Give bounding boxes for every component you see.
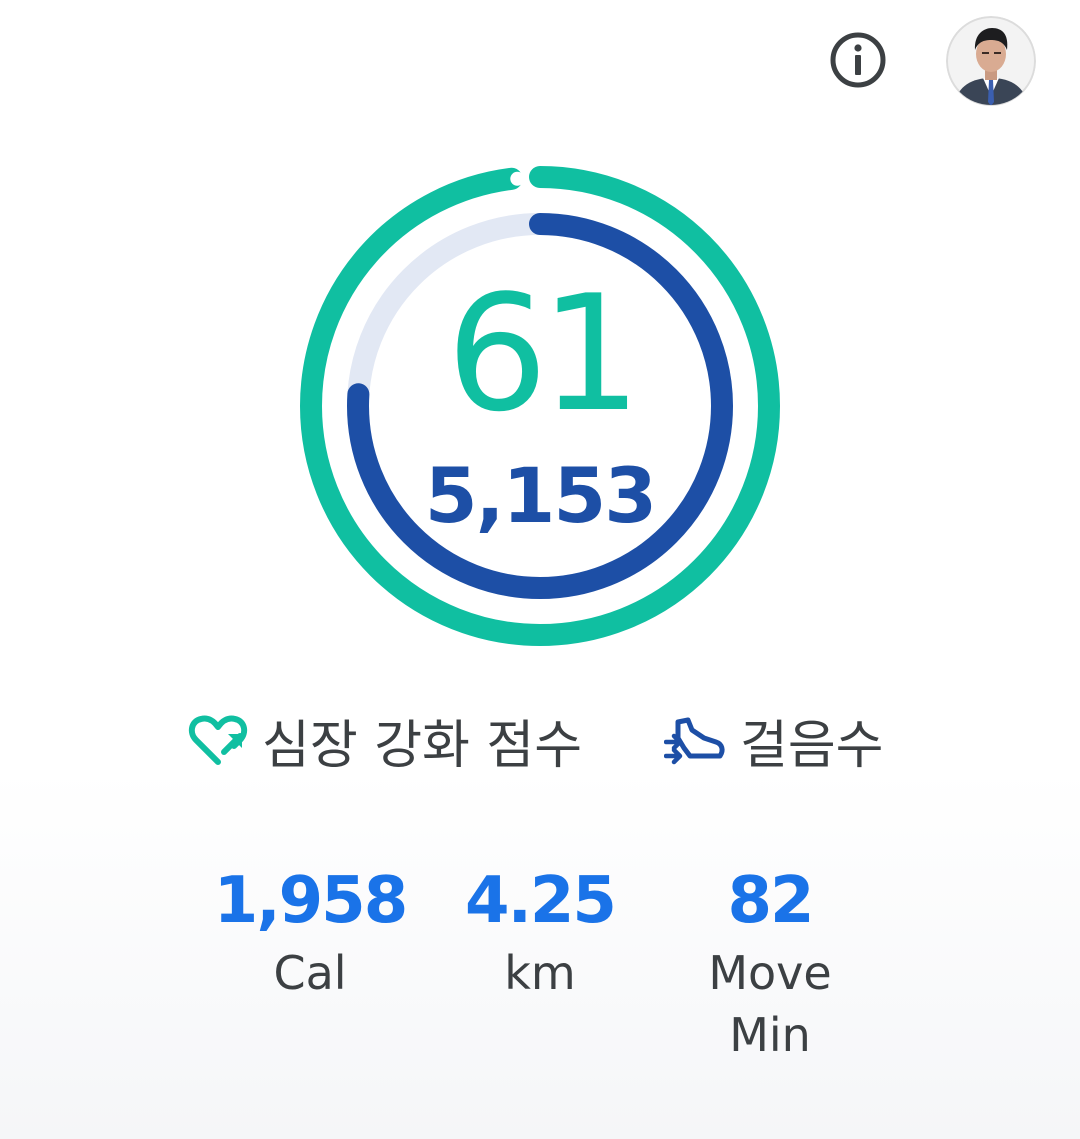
distance-value: 4.25 (465, 864, 617, 938)
daily-stats: 1,958 Cal 4.25 km 82 Move Min (0, 862, 1080, 1082)
move-minutes-value: 82 (727, 864, 814, 938)
calories-value: 1,958 (213, 864, 408, 938)
ring-legend: 심장 강화 점수 걸음수 (0, 700, 1080, 780)
profile-avatar[interactable] (946, 16, 1036, 106)
stat-move-minutes[interactable]: 82 Move Min (680, 862, 860, 1066)
steps-shoe-icon (664, 717, 725, 765)
heart-points-icon (188, 715, 248, 765)
legend-steps[interactable]: 걸음수 (664, 700, 884, 780)
avatar-image (946, 16, 1036, 106)
distance-label: km (504, 946, 576, 1000)
legend-heart-label: 심장 강화 점수 (262, 715, 583, 776)
heart-points-value: 61 (446, 260, 642, 447)
ring-values: 61 5,153 (300, 166, 780, 646)
legend-steps-label: 걸음수 (740, 715, 884, 776)
info-button[interactable] (826, 28, 890, 92)
stat-calories[interactable]: 1,958 Cal (210, 862, 410, 1004)
legend-heart-points[interactable]: 심장 강화 점수 (188, 700, 582, 780)
steps-value: 5,153 (424, 451, 657, 540)
move-minutes-label: Move Min (708, 946, 832, 1062)
calories-label: Cal (273, 946, 347, 1000)
info-icon (830, 32, 886, 88)
top-bar (0, 0, 1080, 120)
stat-distance[interactable]: 4.25 km (450, 862, 630, 1004)
